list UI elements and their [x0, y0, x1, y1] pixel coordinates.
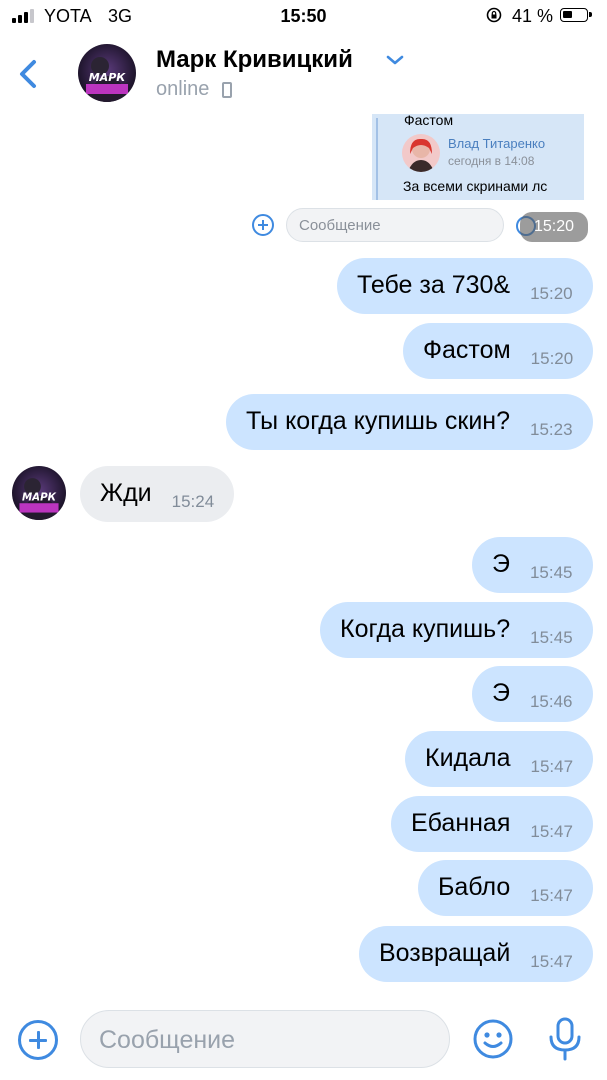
- message-bubble[interactable]: Возвращай 15:47: [359, 926, 593, 982]
- presence-status: online: [156, 78, 210, 100]
- message-text: Ебанная: [411, 809, 511, 837]
- message-text: Фастом: [423, 336, 511, 364]
- message-text: Э: [492, 550, 510, 578]
- forwarded-author-name: Влад Титаренко: [448, 136, 546, 151]
- message-time: 15:20: [530, 284, 573, 303]
- message-bubble[interactable]: Ебанная 15:47: [391, 796, 593, 852]
- message-bubble[interactable]: Когда купишь? 15:45: [320, 602, 593, 658]
- message-text: Бабло: [438, 873, 511, 901]
- message-bubble[interactable]: Кидала 15:47: [405, 731, 593, 787]
- add-attachment-icon: [252, 214, 274, 236]
- forwarded-date: сегодня в 14:08: [448, 154, 535, 168]
- message-bubble[interactable]: Тебе за 730& 15:20: [337, 258, 593, 314]
- message-bubble[interactable]: Ты когда купишь скин? 15:23: [226, 394, 593, 450]
- sender-avatar[interactable]: МАРК: [12, 466, 66, 520]
- message-time: 15:47: [530, 886, 573, 905]
- message-text: Э: [492, 679, 510, 707]
- message-bubble[interactable]: Э 15:45: [472, 537, 593, 593]
- battery-icon: [560, 8, 592, 22]
- message-time: 15:20: [530, 349, 574, 368]
- message-text: Ты когда купишь скин?: [246, 407, 511, 435]
- message-composer: Сообщение: [0, 1000, 607, 1080]
- forwarded-author-avatar: [402, 134, 440, 172]
- status-bar: YOTA 3G 15:50 41 %: [0, 0, 607, 34]
- message-text: Возвращай: [379, 939, 511, 967]
- contact-avatar[interactable]: МАРК: [78, 44, 136, 102]
- message-time: 15:46: [529, 692, 573, 711]
- message-text: Кидала: [425, 744, 511, 772]
- message-time: 15:24: [171, 492, 215, 511]
- add-attachment-button[interactable]: [18, 1020, 58, 1060]
- forwarded-screenshot[interactable]: Фастом Влад Титаренко сегодня в 14:08 За…: [248, 114, 593, 250]
- message-time: 15:47: [530, 822, 573, 841]
- chevron-down-icon[interactable]: [386, 54, 404, 66]
- message-time: 15:45: [530, 628, 573, 647]
- message-bubble[interactable]: Бабло 15:47: [418, 860, 593, 916]
- microphone-icon[interactable]: [546, 1016, 584, 1062]
- message-text: Жди: [100, 479, 152, 507]
- battery-percent: 41 %: [512, 6, 554, 26]
- message-time: 15:45: [529, 563, 573, 582]
- svg-text:МАРК: МАРК: [22, 491, 57, 503]
- message-time: 15:23: [530, 420, 573, 439]
- orientation-lock-icon: [486, 7, 502, 23]
- message-bubble[interactable]: Э 15:46: [472, 666, 593, 722]
- message-bubble[interactable]: Фастом 15:20: [403, 323, 593, 379]
- emoji-button-icon[interactable]: [472, 1018, 514, 1060]
- embedded-message-input: Сообщение: [286, 208, 504, 242]
- mobile-device-icon: [222, 82, 232, 98]
- svg-text:МАРК: МАРК: [89, 71, 127, 84]
- back-arrow-icon[interactable]: [14, 54, 44, 94]
- message-input[interactable]: Сообщение: [80, 1010, 450, 1068]
- message-time: 15:47: [530, 757, 574, 776]
- message-text: Когда купишь?: [340, 615, 511, 643]
- forward-quote-bar: [376, 118, 378, 200]
- forwarded-top-text: Фастом: [404, 114, 454, 128]
- forwarded-text: За всеми скринами лс: [403, 178, 548, 194]
- chat-header: МАРК Марк Кривицкий online: [0, 34, 607, 114]
- contact-name[interactable]: Марк Кривицкий: [156, 46, 353, 74]
- embedded-time-badge: 15:20: [520, 212, 588, 242]
- message-bubble[interactable]: Жди 15:24: [80, 466, 234, 522]
- message-text: Тебе за 730&: [357, 271, 511, 299]
- message-time: 15:47: [530, 952, 573, 971]
